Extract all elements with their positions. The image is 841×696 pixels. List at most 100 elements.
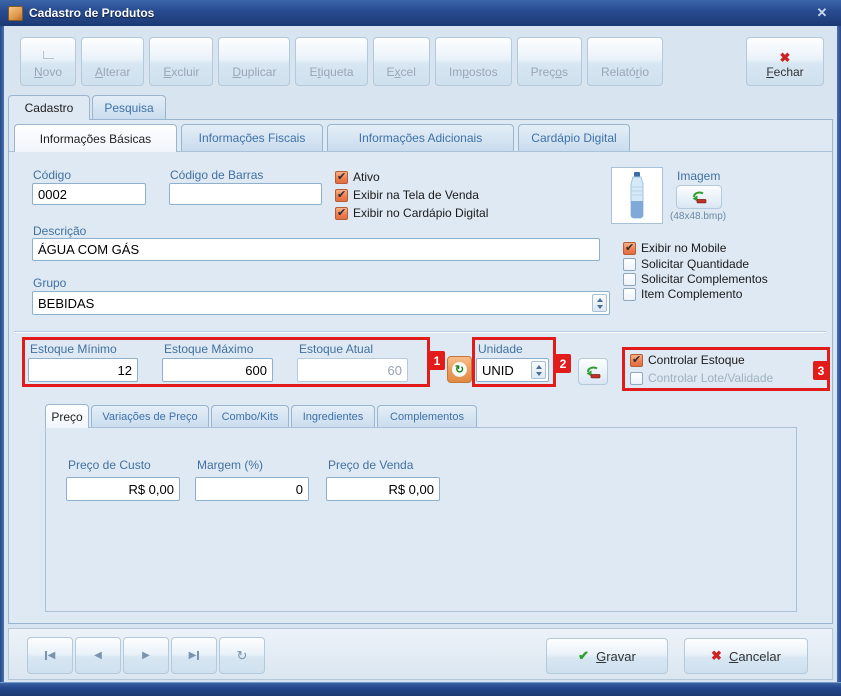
tab-cadastro[interactable]: Cadastro: [8, 95, 90, 120]
tab-preco[interactable]: Preço: [45, 404, 89, 428]
etiqueta-button[interactable]: Etiqueta: [295, 37, 368, 86]
descricao-field[interactable]: ÁGUA COM GÁS: [32, 238, 600, 261]
previous-record-icon: ◀: [94, 650, 102, 661]
tab-pesquisa[interactable]: Pesquisa: [92, 95, 166, 119]
preco-custo-label: Preço de Custo: [68, 458, 151, 472]
estoque-minimo-field[interactable]: 12: [28, 358, 138, 382]
grupo-select[interactable]: BEBIDAS: [32, 291, 610, 315]
recalc-stock-button[interactable]: ↻: [447, 356, 472, 383]
codigo-field[interactable]: 0002: [32, 183, 146, 205]
first-record-icon: [44, 651, 47, 660]
open-file-icon: [692, 191, 706, 204]
spinner-icon[interactable]: [531, 361, 546, 379]
checkbox-row-controlar-lote: Controlar Lote/Validade: [630, 371, 773, 385]
nav-last-button[interactable]: ▶: [171, 637, 217, 674]
gravar-button[interactable]: ✔ Gravar: [546, 638, 668, 674]
preco-venda-label: Preço de Venda: [328, 458, 414, 472]
estoque-atual-field: 60: [297, 358, 408, 382]
tab-ingredientes[interactable]: Ingredientes: [291, 405, 375, 428]
product-registration-window: Cadastro de Produtos ✕ Novo Alterar Excl…: [0, 0, 841, 696]
checkbox-row-controlar-estoque[interactable]: Controlar Estoque: [630, 353, 745, 367]
unidade-select[interactable]: UNID: [476, 358, 549, 382]
checkbox-checked-icon[interactable]: [630, 353, 643, 367]
refresh-icon: ↻: [452, 362, 467, 377]
fechar-button[interactable]: ✖ Fechar: [746, 37, 824, 86]
checkbox-unchecked-icon[interactable]: [623, 287, 636, 301]
tab-cardapio-digital[interactable]: Cardápio Digital: [518, 124, 630, 151]
estoque-maximo-field[interactable]: 600: [162, 358, 273, 382]
checkbox-row-ativo[interactable]: Ativo: [335, 170, 380, 184]
app-icon: [8, 5, 23, 21]
novo-button[interactable]: Novo: [20, 37, 77, 86]
close-x-icon: ✖: [779, 50, 791, 65]
spinner-icon[interactable]: [592, 294, 607, 312]
annotation-badge-2: 2: [555, 354, 571, 373]
cancel-x-icon: ✖: [711, 648, 722, 663]
window-border-bottom: [0, 682, 841, 696]
excluir-button[interactable]: Excluir: [149, 37, 214, 86]
save-check-icon: ✔: [578, 648, 590, 663]
descricao-label: Descrição: [33, 224, 87, 238]
estoque-minimo-label: Estoque Mínimo: [30, 342, 117, 356]
new-record-icon: [42, 51, 54, 59]
cancelar-button[interactable]: ✖ Cancelar: [684, 638, 808, 674]
margem-field[interactable]: 0: [195, 477, 309, 501]
tab-combo-kits[interactable]: Combo/Kits: [211, 405, 289, 428]
product-image-preview: [611, 167, 663, 224]
checkbox-row-item-complemento[interactable]: Item Complemento: [623, 287, 742, 301]
checkbox-unchecked-icon[interactable]: [623, 272, 636, 286]
toolbar: Novo Alterar Excluir Duplicar Etiqueta E…: [20, 37, 663, 86]
checkbox-unchecked-icon[interactable]: [623, 257, 636, 271]
checkbox-row-exibir-cardapio[interactable]: Exibir no Cardápio Digital: [335, 206, 488, 220]
nav-next-button[interactable]: ▶: [123, 637, 169, 674]
impostos-button[interactable]: Impostos: [434, 37, 512, 86]
checkbox-checked-icon[interactable]: [623, 241, 636, 255]
image-size-caption: (48x48.bmp): [670, 211, 727, 222]
precos-button[interactable]: Preços: [516, 37, 582, 86]
checkbox-row-solicitar-complementos[interactable]: Solicitar Complementos: [623, 272, 768, 286]
checkbox-unchecked-icon: [630, 371, 643, 385]
nav-first-button[interactable]: ◀: [27, 637, 73, 674]
checkbox-checked-icon[interactable]: [335, 170, 348, 184]
checkbox-row-solicitar-quantidade[interactable]: Solicitar Quantidade: [623, 257, 749, 271]
imagem-label: Imagem: [677, 169, 721, 183]
open-file-icon: [586, 366, 600, 378]
close-icon[interactable]: ✕: [811, 5, 833, 21]
unidade-label: Unidade: [478, 342, 523, 356]
checkbox-checked-icon[interactable]: [335, 206, 348, 220]
load-image-button[interactable]: [676, 185, 722, 209]
annotation-badge-3: 3: [813, 361, 829, 380]
estoque-maximo-label: Estoque Máximo: [164, 342, 254, 356]
checkbox-row-exibir-tela-venda[interactable]: Exibir na Tela de Venda: [335, 188, 479, 202]
preco-venda-field[interactable]: R$ 0,00: [326, 477, 440, 501]
codigo-barras-label: Código de Barras: [170, 168, 264, 182]
tab-informacoes-fiscais[interactable]: Informações Fiscais: [181, 124, 323, 151]
duplicar-button[interactable]: Duplicar: [218, 37, 291, 86]
excel-button[interactable]: Excel: [372, 37, 430, 86]
codigo-barras-field[interactable]: [169, 183, 322, 205]
margem-label: Margem (%): [197, 458, 264, 472]
window-title: Cadastro de Produtos: [29, 6, 155, 20]
checkbox-row-exibir-mobile[interactable]: Exibir no Mobile: [623, 241, 726, 255]
nav-refresh-button[interactable]: ↻: [219, 637, 265, 674]
last-record-icon: [197, 651, 200, 660]
tab-variacoes-preco[interactable]: Variações de Preço: [91, 405, 209, 428]
grupo-label: Grupo: [33, 276, 67, 290]
footer-bar: ◀ ◀ ▶ ▶ ↻ ✔ Gravar ✖ Cancelar: [8, 628, 833, 680]
alterar-button[interactable]: Alterar: [81, 37, 145, 86]
tab-complementos[interactable]: Complementos: [377, 405, 477, 428]
tab-informacoes-adicionais[interactable]: Informações Adicionais: [327, 124, 514, 151]
checkbox-checked-icon[interactable]: [335, 188, 348, 202]
window-border-right: [837, 26, 841, 682]
codigo-label: Código: [33, 168, 72, 182]
water-bottle-image: [630, 171, 644, 218]
nav-previous-button[interactable]: ◀: [75, 637, 121, 674]
annotation-badge-1: 1: [429, 351, 445, 370]
unidade-lookup-button[interactable]: [578, 358, 608, 385]
preco-custo-field[interactable]: R$ 0,00: [66, 477, 180, 501]
tab-informacoes-basicas[interactable]: Informações Básicas: [14, 124, 177, 152]
preco-panel: [45, 427, 797, 612]
refresh-icon: ↻: [236, 647, 248, 663]
estoque-atual-label: Estoque Atual: [299, 342, 374, 356]
relatorio-button[interactable]: Relatório: [586, 37, 663, 86]
